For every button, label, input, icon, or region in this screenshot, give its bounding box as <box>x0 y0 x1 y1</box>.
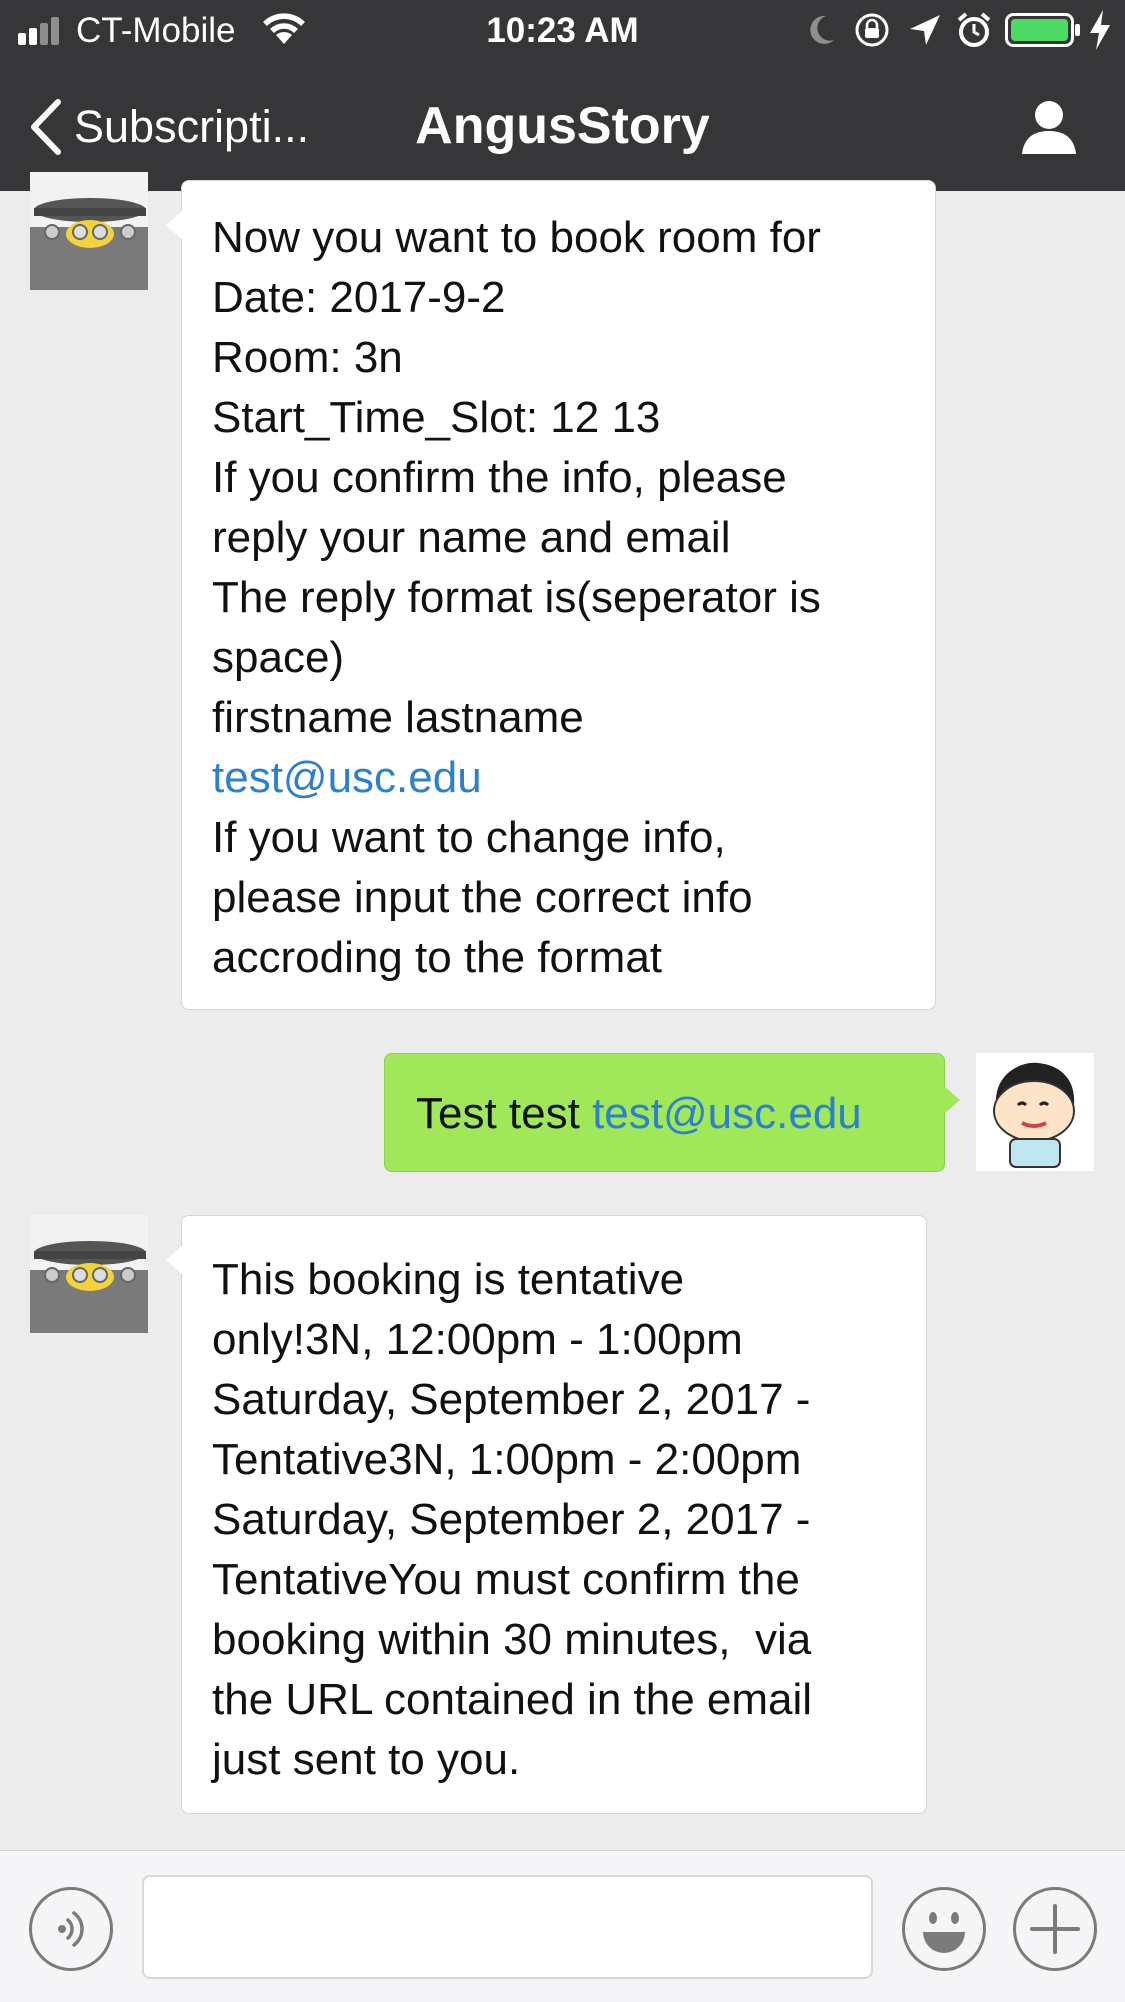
message-line: reply your name and email <box>212 513 731 562</box>
email-link[interactable]: test@usc.edu <box>212 748 935 808</box>
charging-icon <box>1090 10 1110 50</box>
status-bar: CT-Mobile 10:23 AM <box>0 0 1125 62</box>
message-line: just sent to you. <box>212 1735 521 1784</box>
message-line: firstname lastname <box>212 693 584 742</box>
chat-title: AngusStory <box>415 97 710 155</box>
message-line: Saturday, September 2, 2017 - <box>212 1495 811 1544</box>
message-line: If you want to change info, <box>212 813 726 862</box>
bot-avatar[interactable] <box>30 1215 148 1333</box>
voice-button[interactable] <box>29 1887 113 1971</box>
plus-icon <box>1030 1904 1080 1954</box>
input-bar <box>0 1850 1125 2002</box>
message-line: booking within 30 minutes, via <box>212 1615 812 1664</box>
message-line: Saturday, September 2, 2017 - <box>212 1375 811 1424</box>
voice-icon <box>58 1911 84 1947</box>
my-avatar[interactable] <box>976 1053 1094 1171</box>
message-line: This booking is tentative <box>212 1255 685 1304</box>
navigation-bar: Subscripti... AngusStory <box>0 62 1125 191</box>
cartoon-avatar-image <box>976 1053 1094 1171</box>
moon-icon <box>810 15 834 44</box>
message-line: If you confirm the info, please <box>212 453 787 502</box>
rotation-lock-icon <box>855 13 889 47</box>
message-line: Now you want to book room for <box>212 213 821 262</box>
message-line: accroding to the format <box>212 933 663 982</box>
location-icon <box>910 15 940 45</box>
message-line: Start_Time_Slot: 12 13 <box>212 393 661 442</box>
message-line: Date: 2017-9-2 <box>212 273 506 322</box>
emoji-button[interactable] <box>902 1887 986 1971</box>
message-line: Tentative3N, 1:00pm - 2:00pm <box>212 1435 802 1484</box>
bot-message-bubble[interactable]: This booking is tentative only!3N, 12:00… <box>166 1215 927 1814</box>
message-line: the URL contained in the email <box>212 1675 813 1724</box>
emoji-icon <box>923 1912 965 1953</box>
message-line: space) <box>212 633 345 682</box>
plus-button[interactable] <box>1013 1887 1097 1971</box>
message-text: Test test <box>416 1089 593 1138</box>
alarm-icon <box>957 12 991 47</box>
message-input[interactable] <box>142 1875 873 1979</box>
minion-avatar-image <box>30 1215 148 1333</box>
my-message-bubble[interactable]: Test test test@usc.edu <box>384 1053 960 1172</box>
minion-avatar-image <box>30 172 148 290</box>
bot-avatar[interactable] <box>30 172 148 290</box>
message-line: TentativeYou must confirm the <box>212 1555 800 1604</box>
message-line: The reply format is(seperator is <box>212 573 821 622</box>
battery-icon <box>1005 13 1080 47</box>
message-line: please input the correct info <box>212 873 753 922</box>
person-icon[interactable] <box>1020 98 1078 156</box>
top-bar: CT-Mobile 10:23 AM Subscripti... AngusSt… <box>0 0 1125 191</box>
email-link[interactable]: test@usc.edu <box>592 1089 862 1138</box>
message-line: only!3N, 12:00pm - 1:00pm <box>212 1315 743 1364</box>
bot-message-bubble[interactable]: Now you want to book room for Date: 2017… <box>166 180 936 1010</box>
message-line: Room: 3n <box>212 333 403 382</box>
